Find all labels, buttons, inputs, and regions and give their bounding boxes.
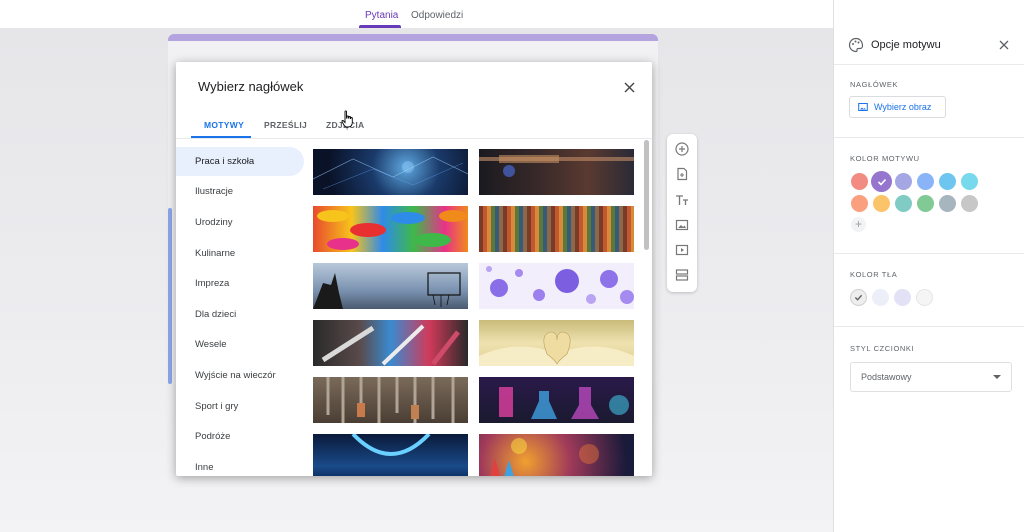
category-other[interactable]: Inne — [176, 453, 304, 476]
divider — [834, 326, 1024, 327]
question-toolbar — [667, 134, 697, 292]
category-birthday[interactable]: Urodziny — [176, 208, 304, 237]
add-section-icon[interactable] — [673, 266, 691, 284]
basketball-hoop-image[interactable] — [313, 263, 468, 309]
close-icon[interactable] — [996, 37, 1012, 53]
bg-color-swatch[interactable] — [916, 289, 933, 306]
tab-upload[interactable]: PRZEŚLIJ — [264, 120, 307, 130]
bg-color-section-label: KOLOR TŁA — [850, 270, 898, 279]
category-kids[interactable]: Dla dzieci — [176, 300, 304, 329]
add-question-icon[interactable] — [673, 140, 691, 158]
font-style-section-label: STYL CZCIONKI — [850, 344, 915, 353]
purple-bubbles-image[interactable] — [479, 263, 634, 309]
font-style-value: Podstawowy — [861, 372, 912, 382]
theme-color-swatch[interactable] — [939, 173, 956, 190]
add-custom-color-button[interactable]: + — [851, 217, 866, 232]
theme-color-swatch[interactable] — [873, 195, 890, 212]
tab-responses[interactable]: Odpowiedzi — [411, 10, 463, 21]
category-party[interactable]: Impreza — [176, 269, 304, 298]
check-icon — [877, 178, 886, 186]
check-icon — [854, 294, 863, 301]
add-image-icon[interactable] — [673, 216, 691, 234]
header-section-label: NAGŁÓWEK — [850, 80, 899, 89]
theme-color-swatch[interactable] — [851, 173, 868, 190]
divider — [834, 137, 1024, 138]
add-title-icon[interactable] — [673, 191, 691, 209]
palette-icon — [848, 37, 864, 53]
choose-header-dialog: Wybierz nagłówek MOTYWY PRZEŚLIJ ZDJĘCIA… — [176, 62, 652, 476]
image-icon — [858, 103, 868, 111]
divider — [834, 64, 1024, 65]
science-flasks-image[interactable] — [479, 377, 634, 423]
import-questions-icon[interactable] — [673, 165, 691, 183]
tab-themes[interactable]: MOTYWY — [204, 120, 244, 130]
workshop-tools-image[interactable] — [313, 377, 468, 423]
font-style-select[interactable]: Podstawowy — [850, 362, 1012, 392]
category-sports-games[interactable]: Sport i gry — [176, 392, 304, 421]
bg-color-swatch-selected[interactable] — [850, 289, 867, 306]
panel-title: Opcje motywu — [871, 39, 941, 51]
theme-options-panel: Opcje motywu NAGŁÓWEK Wybierz obraz KOLO… — [833, 0, 1024, 532]
painting-brushes-image[interactable] — [313, 320, 468, 366]
chevron-down-icon — [993, 375, 1001, 379]
choose-image-button[interactable]: Wybierz obraz — [849, 96, 946, 118]
theme-color-swatch[interactable] — [939, 195, 956, 212]
close-icon[interactable] — [620, 78, 638, 96]
choose-image-label: Wybierz obraz — [874, 102, 932, 112]
colored-pencils-yarn-image[interactable] — [479, 206, 634, 252]
bg-color-swatch[interactable] — [894, 289, 911, 306]
theme-color-swatch[interactable] — [851, 195, 868, 212]
tabs-divider — [176, 138, 652, 139]
theme-color-swatch-selected[interactable] — [871, 171, 892, 192]
category-work-school[interactable]: Praca i szkoła — [176, 147, 304, 176]
bg-color-swatch[interactable] — [872, 289, 889, 306]
colorful-candies-image[interactable] — [313, 206, 468, 252]
add-video-icon[interactable] — [673, 241, 691, 259]
theme-color-swatch[interactable] — [895, 195, 912, 212]
category-night-out[interactable]: Wyjście na wieczór — [176, 361, 304, 390]
lab-glass-image[interactable] — [313, 434, 468, 476]
thumbnails-scrollbar[interactable] — [644, 140, 649, 250]
hand-cursor-icon — [341, 110, 353, 128]
theme-color-section-label: KOLOR MOTYWU — [850, 154, 920, 163]
digital-network-image[interactable] — [313, 149, 468, 195]
theme-color-swatch[interactable] — [961, 195, 978, 212]
guitar-player-image[interactable] — [479, 149, 634, 195]
category-illustrations[interactable]: Ilustracje — [176, 177, 304, 206]
category-food[interactable]: Kulinarne — [176, 239, 304, 268]
open-book-heart-image[interactable] — [479, 320, 634, 366]
theme-color-swatch[interactable] — [917, 195, 934, 212]
top-bar: Pytania Odpowiedzi — [0, 0, 833, 28]
divider — [834, 253, 1024, 254]
category-travel[interactable]: Podróże — [176, 422, 304, 451]
theme-color-swatch[interactable] — [895, 173, 912, 190]
category-wedding[interactable]: Wesele — [176, 330, 304, 359]
theme-color-swatch[interactable] — [917, 173, 934, 190]
dialog-title: Wybierz nagłówek — [198, 79, 304, 94]
active-question-accent — [168, 208, 172, 384]
theme-color-swatch[interactable] — [961, 173, 978, 190]
tab-questions[interactable]: Pytania — [365, 10, 398, 21]
colored-pencils-image[interactable] — [479, 434, 634, 476]
